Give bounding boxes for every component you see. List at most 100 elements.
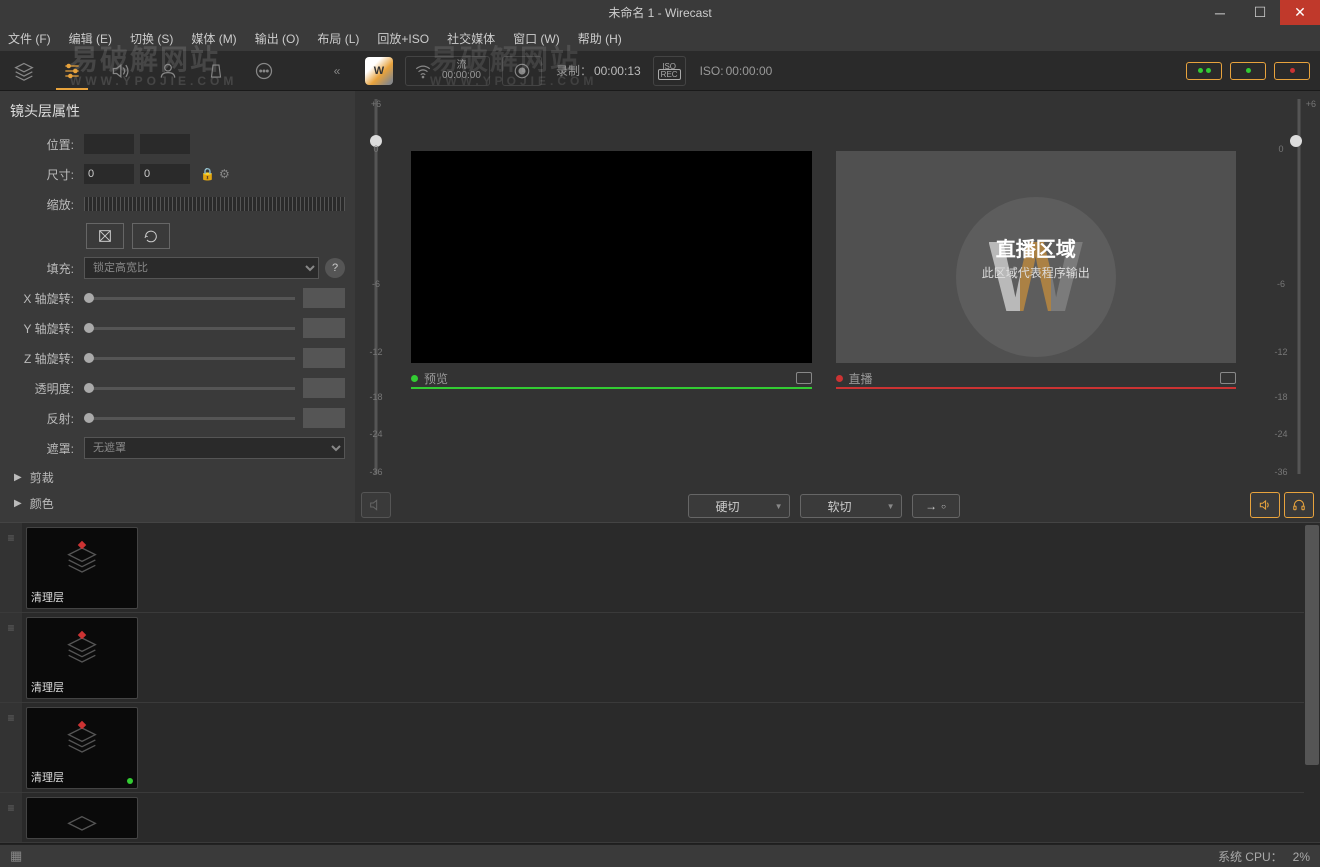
layers-tab-icon[interactable]	[0, 51, 48, 90]
mask-label: 遮罩:	[10, 440, 74, 457]
reflect-slider[interactable]	[84, 417, 295, 420]
close-button[interactable]: ✕	[1280, 0, 1320, 25]
position-x-input[interactable]	[84, 134, 134, 154]
record-label: 录制：	[556, 62, 592, 79]
go-button[interactable]: → ○	[912, 494, 960, 518]
layer-shot-2[interactable]: 清理层	[26, 617, 138, 699]
shot-label: 清理层	[31, 679, 64, 695]
notes-icon[interactable]: ▦	[10, 848, 22, 864]
fill-select[interactable]: 锁定高宽比	[84, 257, 319, 279]
headphones-button[interactable]	[1284, 492, 1314, 518]
indicator-green-2[interactable]	[1230, 62, 1266, 80]
layer-handle-icon[interactable]: ≡	[0, 703, 22, 792]
fill-label: 填充:	[10, 260, 74, 277]
zrot-slider[interactable]	[84, 357, 295, 360]
person-tab-icon[interactable]	[144, 51, 192, 90]
iso-rec-icon: ISOREC	[658, 63, 681, 79]
yrot-value[interactable]	[303, 318, 345, 338]
window-title: 未命名 1 - Wirecast	[608, 4, 711, 21]
layer-row-4: ≡	[0, 793, 1320, 843]
minimize-button[interactable]: ─	[1200, 0, 1240, 25]
app-logo-icon: W	[365, 57, 393, 85]
menu-playback[interactable]: 回放+ISO	[377, 30, 429, 47]
size-w-input[interactable]	[84, 164, 134, 184]
crop-tab-icon[interactable]	[192, 51, 240, 90]
zrot-label: Z 轴旋转:	[10, 350, 74, 367]
properties-panel: 镜头层属性 位置: 尺寸:🔒⚙ 缩放: 填充:锁定高宽比? X 轴旋转: Y 轴…	[0, 91, 355, 522]
speaker-button-right[interactable]	[1250, 492, 1280, 518]
preview-label: 预览	[424, 370, 448, 387]
stack-icon	[66, 724, 98, 756]
position-y-input[interactable]	[140, 134, 190, 154]
live-canvas[interactable]: 直播区域 此区域代表程序输出	[836, 151, 1237, 363]
menu-edit[interactable]: 编辑 (E)	[69, 30, 112, 47]
xrot-slider[interactable]	[84, 297, 295, 300]
adjust-tab-icon[interactable]	[48, 51, 96, 90]
audio-meter-right: +6 0 -6 -12 -18 -24 -36	[1250, 91, 1320, 522]
toolbar: « W 流 00:00:00 录制： 00:00:13 ISOREC ISO: …	[0, 51, 1320, 91]
lock-icon[interactable]: 🔒	[200, 167, 215, 181]
yrot-slider[interactable]	[84, 327, 295, 330]
audio-tab-icon[interactable]	[96, 51, 144, 90]
iso-time: 00:00:00	[726, 64, 773, 78]
menu-file[interactable]: 文件 (F)	[8, 30, 51, 47]
scale-slider[interactable]	[84, 197, 345, 211]
stream-control[interactable]: 流 00:00:00	[405, 56, 490, 86]
xrot-value[interactable]	[303, 288, 345, 308]
iso-control[interactable]: ISOREC	[653, 56, 686, 86]
mask-select[interactable]: 无遮罩	[84, 437, 345, 459]
preview-canvas[interactable]	[411, 151, 812, 363]
help-icon[interactable]: ?	[325, 258, 345, 278]
menu-social[interactable]: 社交媒体	[447, 30, 495, 47]
layer-handle-icon[interactable]: ≡	[0, 523, 22, 612]
record-control[interactable]	[502, 56, 542, 86]
layer-handle-icon[interactable]: ≡	[0, 793, 22, 842]
more-tab-icon[interactable]	[240, 51, 288, 90]
preview-monitor-icon[interactable]	[796, 372, 812, 384]
audio-meter-left: +6 0 -6 -12 -18 -24 -36	[355, 91, 397, 522]
panel-title: 镜头层属性	[10, 101, 345, 121]
menu-window[interactable]: 窗口 (W)	[513, 30, 560, 47]
menu-media[interactable]: 媒体 (M)	[191, 30, 236, 47]
reset-rotation-button[interactable]	[132, 223, 170, 249]
color-section[interactable]: ▶颜色	[10, 493, 345, 513]
layer-row-2: ≡ 清理层	[0, 613, 1320, 703]
maximize-button[interactable]: ☐	[1240, 0, 1280, 25]
layer-shot-1[interactable]: 清理层	[26, 527, 138, 609]
active-dot-icon	[127, 778, 133, 784]
live-title: 直播区域	[996, 233, 1076, 262]
layers-scrollbar[interactable]	[1304, 525, 1320, 842]
stack-icon	[66, 544, 98, 576]
collapse-panel-icon[interactable]: «	[325, 64, 349, 78]
menu-switch[interactable]: 切换 (S)	[130, 30, 173, 47]
smooth-button[interactable]: 软切▼	[800, 494, 902, 518]
record-time: 00:00:13	[594, 64, 641, 78]
speaker-button-left[interactable]	[361, 492, 391, 518]
stream-label: 流	[456, 61, 466, 71]
indicator-green-1[interactable]	[1186, 62, 1222, 80]
gear-icon[interactable]: ⚙	[219, 167, 230, 181]
reset-scale-button[interactable]	[86, 223, 124, 249]
opacity-value[interactable]	[303, 378, 345, 398]
indicator-red[interactable]	[1274, 62, 1310, 80]
menu-output[interactable]: 输出 (O)	[255, 30, 300, 47]
record-icon	[513, 62, 531, 80]
live-monitor-icon[interactable]	[1220, 372, 1236, 384]
opacity-label: 透明度:	[10, 380, 74, 397]
cut-button[interactable]: 硬切▼	[688, 494, 790, 518]
menu-help[interactable]: 帮助 (H)	[578, 30, 622, 47]
crop-section[interactable]: ▶剪裁	[10, 467, 345, 487]
menu-layout[interactable]: 布局 (L)	[317, 30, 359, 47]
reflect-value[interactable]	[303, 408, 345, 428]
opacity-slider[interactable]	[84, 387, 295, 390]
layer-shot-4[interactable]	[26, 797, 138, 839]
shot-label: 清理层	[31, 589, 64, 605]
layer-shot-3[interactable]: 清理层	[26, 707, 138, 789]
layer-handle-icon[interactable]: ≡	[0, 613, 22, 702]
titlebar: 未命名 1 - Wirecast ─ ☐ ✕	[0, 0, 1320, 25]
iso-label: ISO:	[700, 64, 724, 78]
size-h-input[interactable]	[140, 164, 190, 184]
zrot-value[interactable]	[303, 348, 345, 368]
wifi-icon	[414, 62, 432, 80]
cpu-value: 2%	[1293, 850, 1310, 864]
